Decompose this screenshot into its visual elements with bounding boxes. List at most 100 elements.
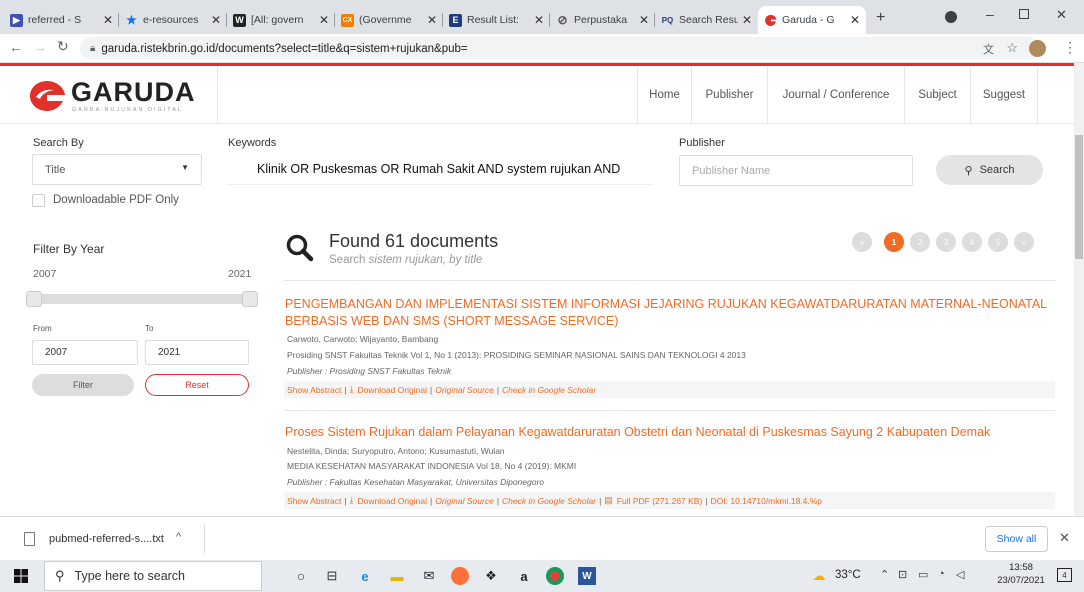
- browser-tab[interactable]: ⊘ Perpustaka ✕: [550, 6, 655, 34]
- close-tab-icon[interactable]: ✕: [319, 13, 329, 27]
- pagination-page[interactable]: 3: [936, 232, 956, 252]
- browser-tab[interactable]: PQ Search Resu ✕: [655, 6, 758, 34]
- battery-icon[interactable]: ▭: [918, 568, 928, 581]
- year-range-slider[interactable]: [26, 291, 258, 307]
- nav-journal-conference[interactable]: Journal / Conference: [767, 66, 904, 124]
- search-by-select[interactable]: Title ▼: [32, 154, 202, 185]
- from-year-input[interactable]: 2007: [32, 340, 138, 365]
- close-tab-icon[interactable]: ✕: [742, 13, 752, 27]
- address-bar[interactable]: 🔒︎ garuda.ristekbrin.go.id/documents?sel…: [80, 37, 1040, 60]
- logo[interactable]: GARUDA GARBA RUJUKAN DIGITAL: [0, 66, 218, 124]
- filter-button[interactable]: Filter: [32, 374, 134, 396]
- search-icon: ⚲: [964, 164, 973, 177]
- pagination-page[interactable]: 5: [988, 232, 1008, 252]
- mail-icon[interactable]: ✉: [420, 567, 438, 585]
- browser-tab[interactable]: ★ e-resources ✕: [119, 6, 227, 34]
- network-icon[interactable]: ⊡: [898, 568, 907, 581]
- chrome-icon[interactable]: [546, 567, 564, 585]
- chevron-up-icon[interactable]: ^: [176, 531, 181, 543]
- downloadable-pdf-checkbox[interactable]: [32, 194, 45, 207]
- original-source-link[interactable]: Original Source: [435, 496, 494, 506]
- pagination-page[interactable]: 2: [910, 232, 930, 252]
- profile-record-icon[interactable]: [945, 11, 957, 23]
- close-tab-icon[interactable]: ✕: [534, 13, 544, 27]
- volume-icon[interactable]: ◁: [956, 568, 964, 581]
- windows-start-icon[interactable]: [14, 569, 28, 583]
- amazon-icon[interactable]: a: [515, 567, 533, 585]
- show-abstract-link[interactable]: Show Abstract: [287, 496, 341, 506]
- nav-home[interactable]: Home: [637, 66, 691, 124]
- scrollbar-thumb[interactable]: [1075, 135, 1083, 259]
- doi-link[interactable]: DOI: 10.14710/mkmi.18.4.%p: [711, 496, 823, 506]
- file-explorer-icon[interactable]: ▬: [388, 567, 406, 585]
- browser-tab[interactable]: CX (Governme ✕: [335, 6, 443, 34]
- download-icon: ⤓: [349, 384, 354, 394]
- nav-publisher[interactable]: Publisher: [691, 66, 767, 124]
- close-window-icon[interactable]: ✕: [1056, 7, 1067, 23]
- edge-icon[interactable]: e: [356, 567, 374, 585]
- google-scholar-link[interactable]: Check in Google Scholar: [502, 496, 596, 506]
- show-abstract-link[interactable]: Show Abstract: [287, 385, 341, 395]
- download-file-name[interactable]: pubmed-referred-s....txt: [49, 533, 164, 545]
- download-original-link[interactable]: Download Original: [358, 385, 427, 395]
- google-scholar-link[interactable]: Check in Google Scholar: [502, 385, 596, 395]
- back-arrow-icon[interactable]: ←: [9, 39, 23, 55]
- restore-icon[interactable]: [1019, 9, 1029, 19]
- browser-menu-icon[interactable]: ⋮: [1063, 39, 1077, 56]
- tab-favicon: ⊘: [556, 13, 569, 27]
- show-all-button[interactable]: Show all: [985, 526, 1048, 552]
- result-title-link[interactable]: Proses Sistem Rujukan dalam Pelayanan Ke…: [285, 424, 1055, 441]
- close-downloads-icon[interactable]: ✕: [1059, 530, 1070, 546]
- reload-icon[interactable]: ↻: [57, 38, 69, 55]
- pagination-next[interactable]: »: [1014, 232, 1034, 252]
- browser-tab[interactable]: ▶ referred - S ✕: [4, 6, 119, 34]
- browser-tab[interactable]: W [All: govern ✕: [227, 6, 335, 34]
- show-hidden-icons-icon[interactable]: ⌃: [880, 568, 889, 581]
- word-icon[interactable]: W: [578, 567, 596, 585]
- wifi-icon[interactable]: ◔: [938, 568, 945, 580]
- dropbox-icon[interactable]: ❖: [482, 567, 500, 585]
- close-tab-icon[interactable]: ✕: [103, 13, 113, 27]
- browser-tab[interactable]: E Result List: ✕: [443, 6, 550, 34]
- forward-arrow-icon[interactable]: →: [33, 39, 47, 55]
- from-label: From: [33, 324, 52, 333]
- publisher-input[interactable]: Publisher Name: [679, 155, 913, 186]
- firefox-icon[interactable]: [451, 567, 469, 585]
- tab-favicon: ★: [125, 13, 138, 27]
- pagination-prev[interactable]: «: [852, 232, 872, 252]
- task-view-icon[interactable]: ⊟: [323, 567, 341, 585]
- close-tab-icon[interactable]: ✕: [639, 13, 649, 27]
- download-original-link[interactable]: Download Original: [358, 496, 427, 506]
- slider-min-handle[interactable]: [26, 291, 42, 307]
- close-tab-icon[interactable]: ✕: [427, 13, 437, 27]
- pagination-page[interactable]: 4: [962, 232, 982, 252]
- translate-icon[interactable]: ⽂: [983, 41, 994, 57]
- notifications-icon[interactable]: 4: [1057, 568, 1072, 582]
- keywords-input[interactable]: Klinik OR Puskesmas OR Rumah Sakit AND s…: [227, 154, 654, 185]
- full-pdf-link[interactable]: Full PDF (271.267 KB): [617, 496, 703, 506]
- new-tab-icon[interactable]: +: [876, 9, 885, 27]
- original-source-link[interactable]: Original Source: [435, 385, 494, 395]
- clock-time[interactable]: 13:58: [1003, 562, 1039, 573]
- taskbar-search-input[interactable]: ⚲ Type here to search: [44, 561, 262, 591]
- nav-suggest[interactable]: Suggest: [970, 66, 1038, 124]
- close-tab-icon[interactable]: ✕: [850, 13, 860, 27]
- search-button[interactable]: ⚲ Search: [936, 155, 1043, 185]
- pagination-page-current[interactable]: 1: [884, 232, 904, 252]
- nav-subject[interactable]: Subject: [904, 66, 970, 124]
- close-tab-icon[interactable]: ✕: [211, 13, 221, 27]
- to-year-input[interactable]: 2021: [145, 340, 249, 365]
- found-count: Found 61 documents: [329, 231, 499, 251]
- cortana-icon[interactable]: ○: [292, 567, 310, 585]
- reset-button[interactable]: Reset: [145, 374, 249, 396]
- download-icon: ⤓: [349, 495, 354, 505]
- clock-date[interactable]: 23/07/2021: [990, 575, 1052, 586]
- avatar[interactable]: [1029, 40, 1046, 57]
- result-title-link[interactable]: PENGEMBANGAN DAN IMPLEMENTASI SISTEM INF…: [285, 296, 1055, 330]
- bookmark-star-icon[interactable]: ☆: [1006, 40, 1018, 56]
- page-scrollbar[interactable]: [1074, 63, 1084, 516]
- from-year-value: 2007: [45, 347, 68, 358]
- slider-max-handle[interactable]: [242, 291, 258, 307]
- minimize-icon[interactable]: –: [986, 6, 994, 22]
- browser-tab-active[interactable]: Garuda - G ✕: [758, 6, 866, 34]
